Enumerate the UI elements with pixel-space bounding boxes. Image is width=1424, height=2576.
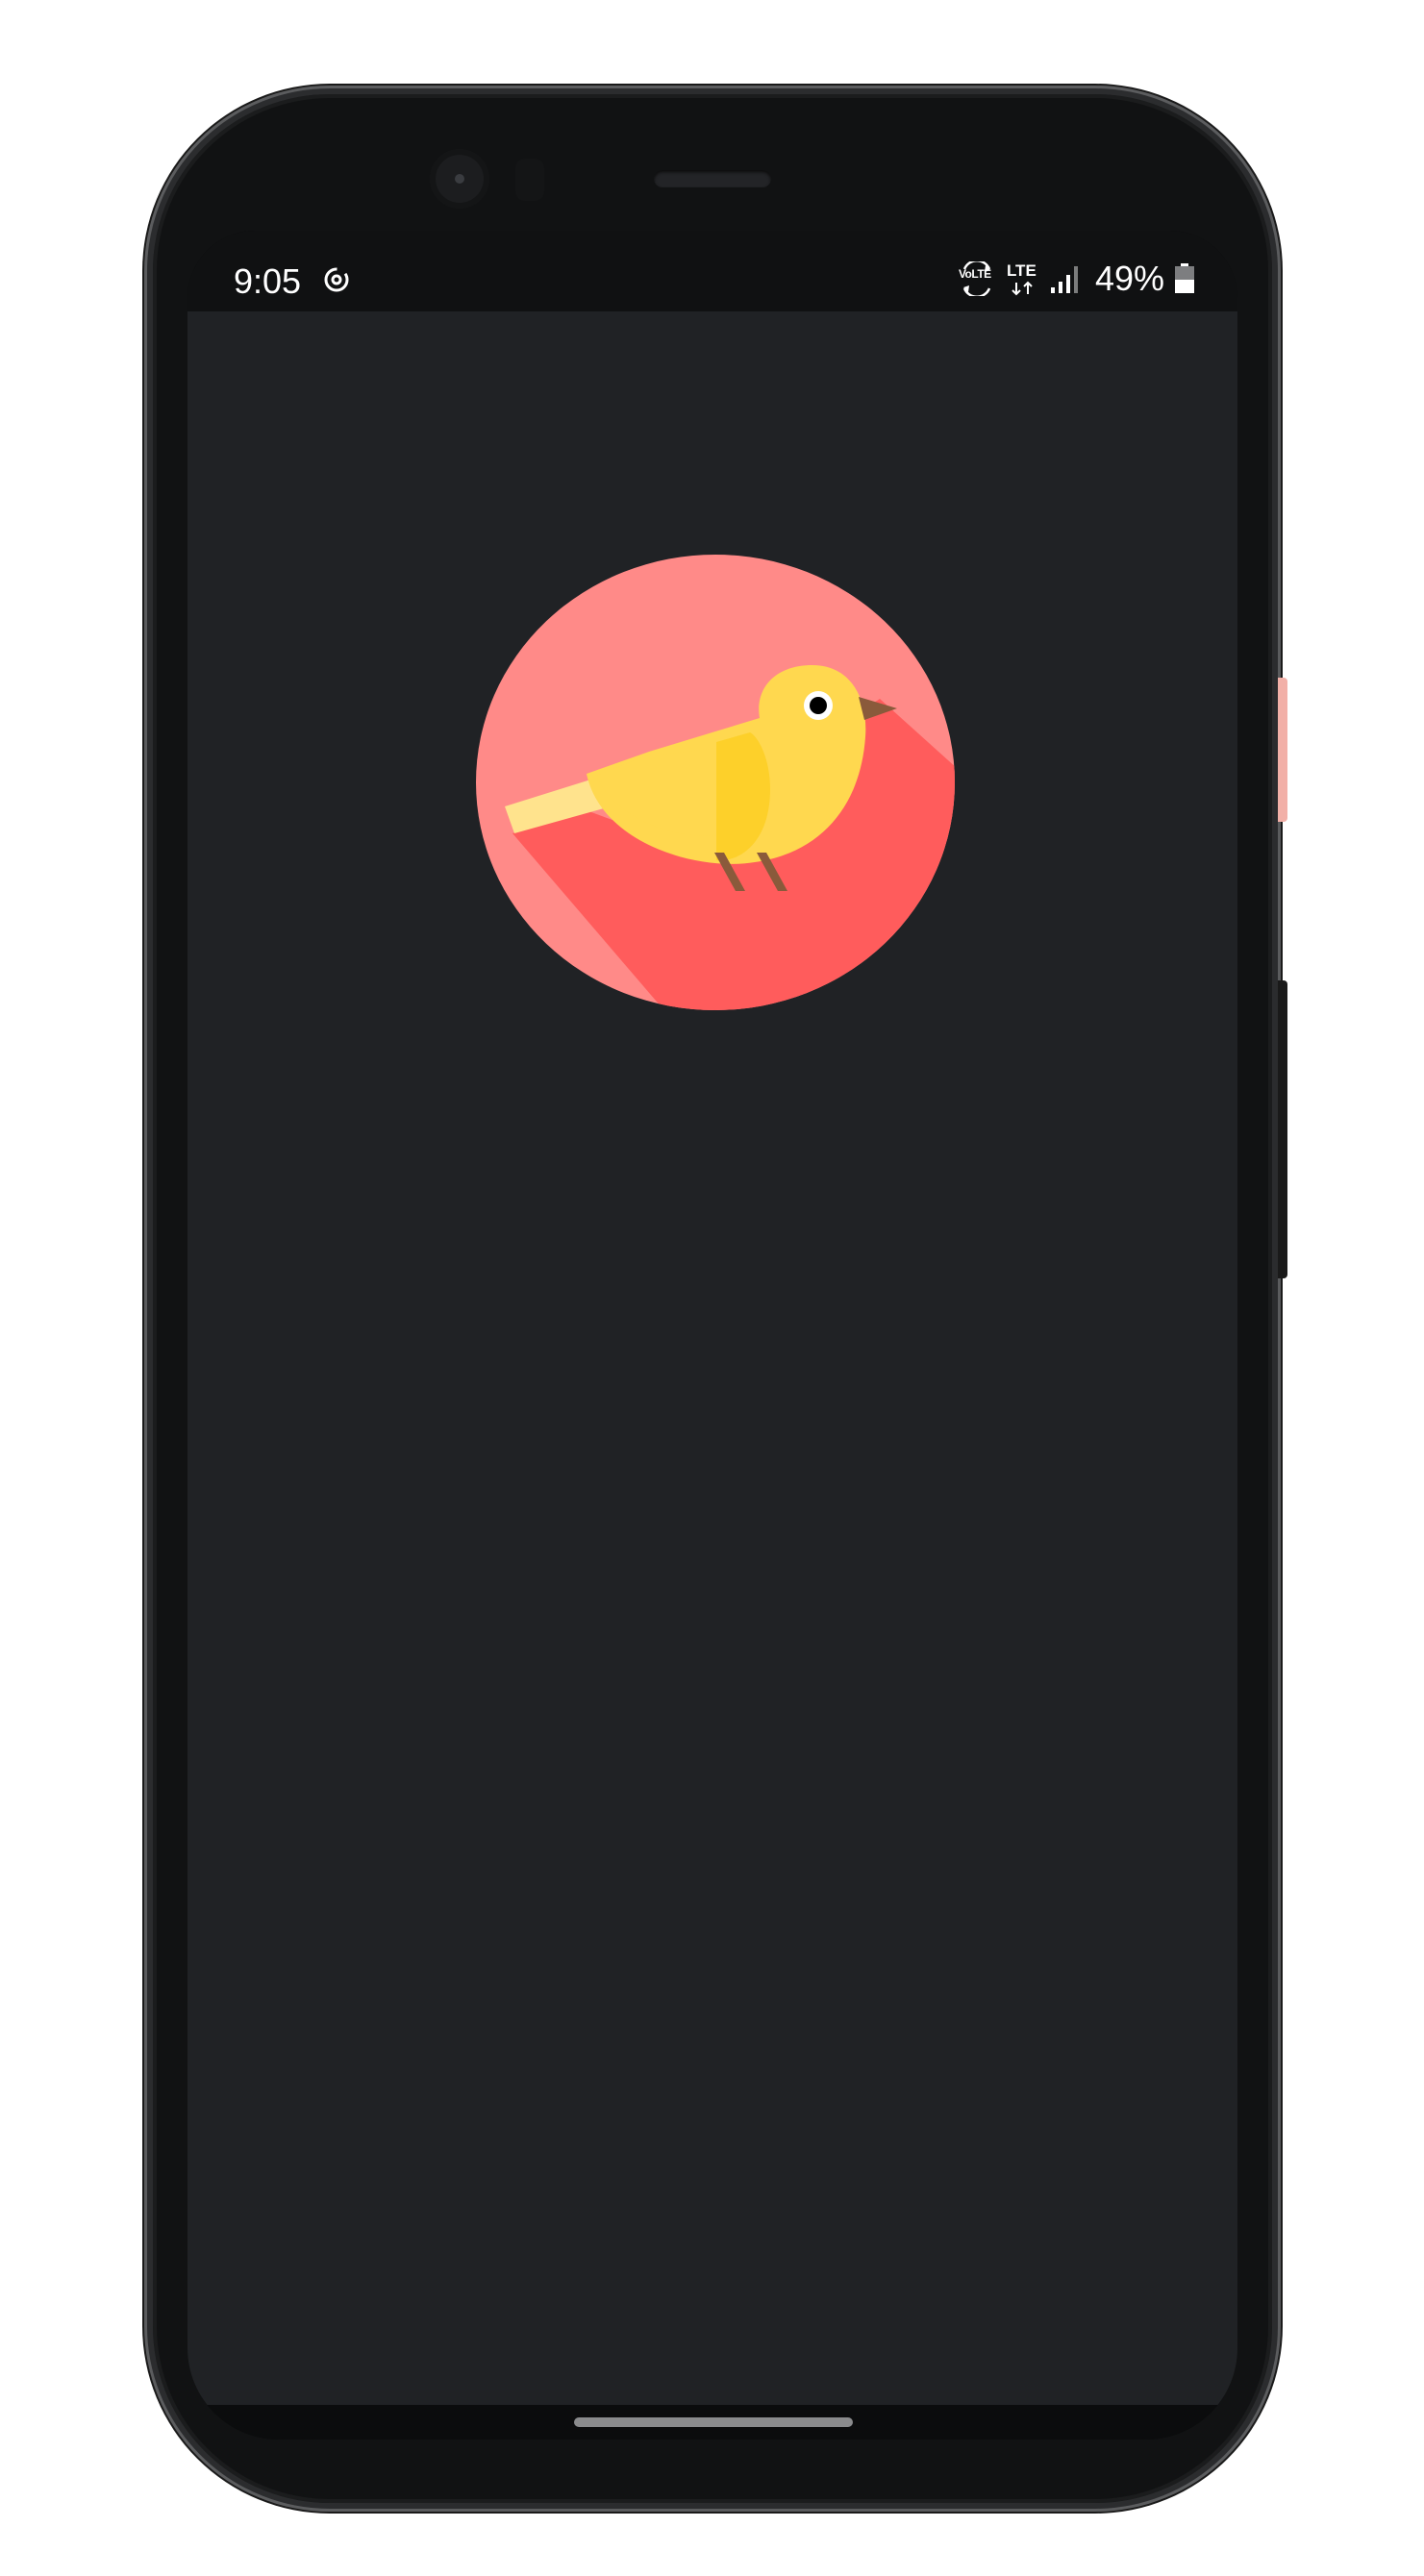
proximity-sensor (515, 159, 544, 201)
volume-button (1278, 980, 1287, 1278)
app-content (187, 311, 1237, 2405)
volte-label: VoLTE (958, 267, 991, 281)
power-button (1278, 678, 1287, 822)
status-icons: VoLTE LTE 49% (959, 258, 1195, 300)
status-time: 9:05 (234, 261, 302, 301)
front-camera (430, 149, 489, 209)
screen: 9:05 VoLTE LTE 49% (187, 231, 1237, 2440)
home-gesture-handle[interactable] (574, 2417, 853, 2427)
data-saver-icon (324, 267, 349, 292)
cell-signal-icon (1050, 266, 1078, 293)
volte-icon: VoLTE (959, 261, 995, 296)
navigation-bar (187, 2405, 1237, 2440)
battery-percent: 49% (1094, 259, 1164, 298)
battery-icon (1175, 263, 1194, 293)
lte-icon: LTE (1005, 261, 1039, 296)
bird-logo-icon (476, 555, 955, 1010)
earpiece-speaker (654, 170, 771, 187)
status-bar: 9:05 VoLTE LTE 49% (187, 231, 1237, 311)
